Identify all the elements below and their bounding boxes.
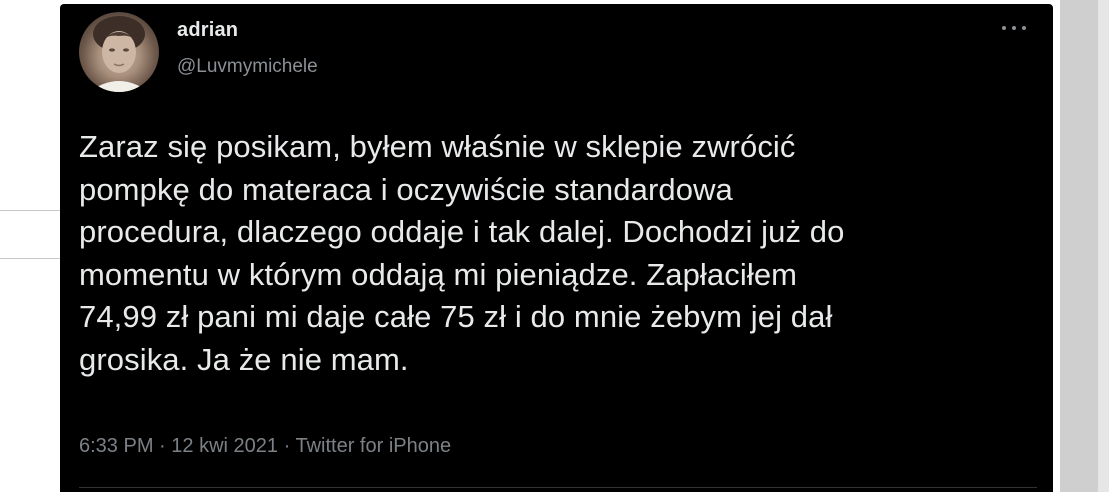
profile-photo-icon: [89, 16, 149, 92]
tweet-source[interactable]: Twitter for iPhone: [295, 435, 451, 457]
tweet-author: adrian @Luvmymichele: [177, 18, 318, 79]
tweet-divider: [79, 487, 1037, 488]
tweet-text-line: Zaraz się posikam, byłem właśnie w sklep…: [79, 129, 796, 164]
right-gray-margin: [1060, 0, 1109, 492]
screenshot-page: adrian @Luvmymichele Zaraz się posikam, …: [0, 0, 1109, 492]
left-divider-line: [0, 210, 60, 211]
tweet-text-line: grosika. Ja że nie mam.: [79, 341, 409, 377]
avatar[interactable]: [79, 12, 159, 92]
tweet-card: adrian @Luvmymichele Zaraz się posikam, …: [60, 4, 1053, 492]
author-handle[interactable]: @Luvmymichele: [177, 55, 318, 79]
tweet-metadata: 6:33 PM · 12 kwi 2021 · Twitter for iPho…: [79, 433, 451, 459]
ellipsis-icon: [1002, 26, 1006, 30]
tweet-text-line: momentu w którym oddają mi pieniądze. Za…: [79, 256, 798, 292]
meta-separator: ·: [283, 435, 291, 457]
tweet-date[interactable]: 12 kwi 2021: [171, 435, 278, 457]
tweet-text-line: 74,99 zł pani mi daje całe 75 zł i do mn…: [79, 299, 833, 334]
left-divider-line: [0, 258, 60, 259]
tweet-text-line: procedura, dlaczego oddaje i tak dalej. …: [79, 214, 845, 249]
tweet-text: Zaraz się posikam, byłem właśnie w sklep…: [79, 126, 1029, 381]
tweet-text-line: pompkę do materaca i oczywiście standard…: [79, 171, 733, 207]
more-options-button[interactable]: [998, 18, 1030, 36]
ellipsis-icon: [1012, 26, 1016, 30]
tweet-time[interactable]: 6:33 PM: [79, 435, 153, 457]
meta-separator: ·: [159, 435, 166, 457]
author-display-name[interactable]: adrian: [177, 18, 318, 42]
ellipsis-icon: [1022, 26, 1026, 30]
